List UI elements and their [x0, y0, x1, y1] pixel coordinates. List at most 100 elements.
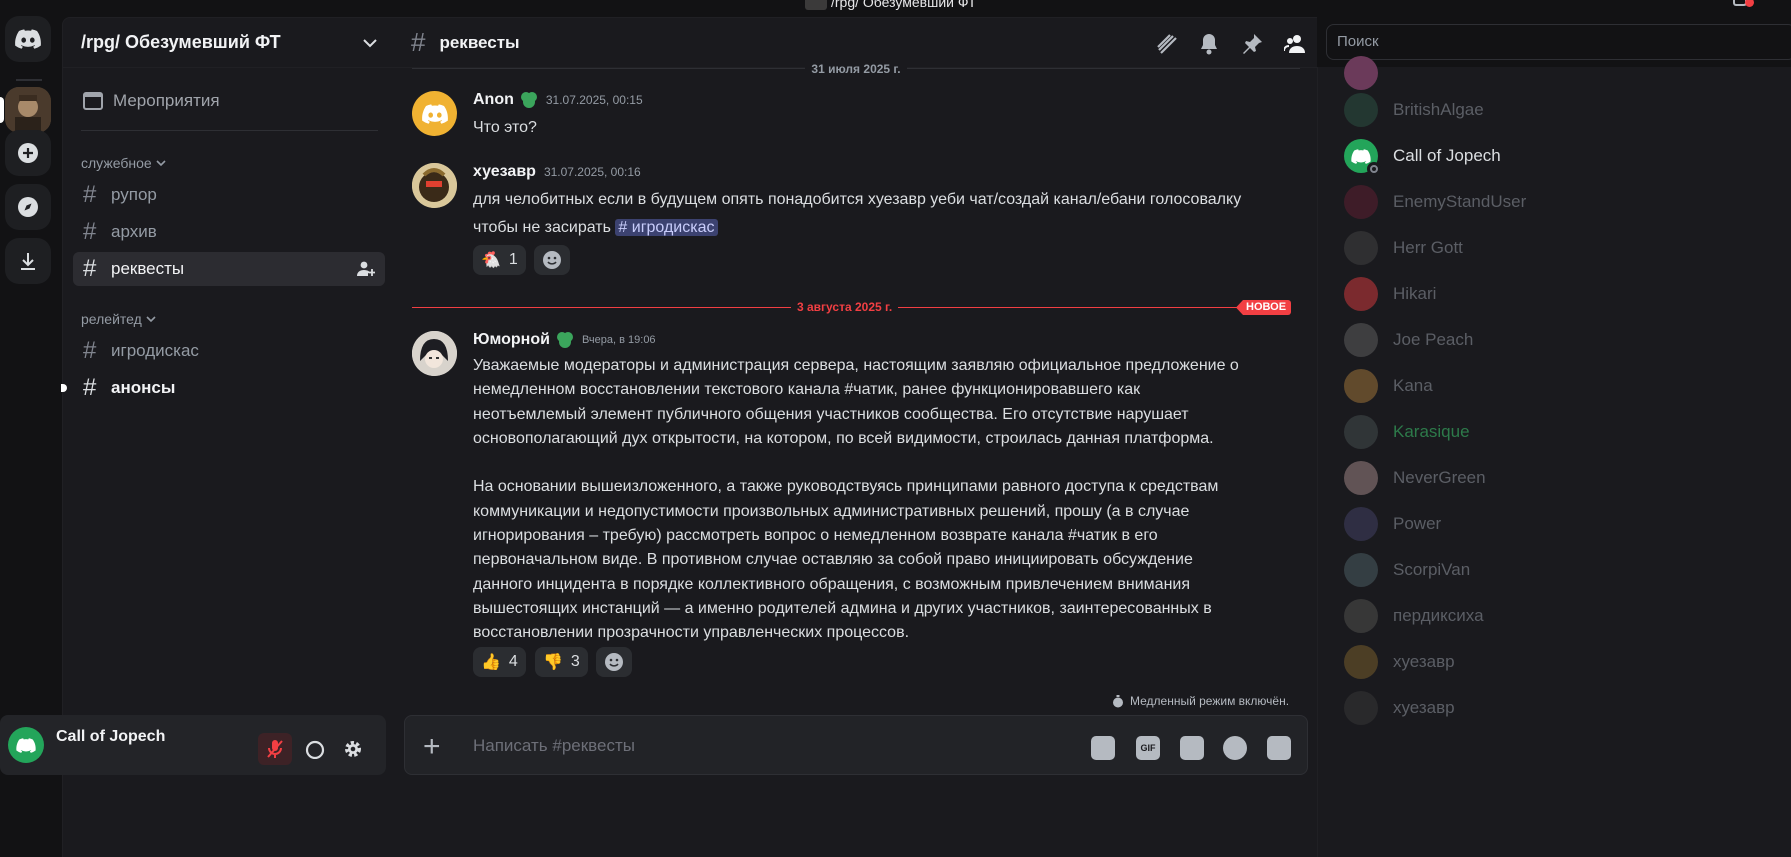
- mute-mic-button[interactable]: [258, 733, 292, 765]
- member-item[interactable]: хуезавр: [1344, 688, 1455, 728]
- reaction-thumbs-up[interactable]: 👍 4: [473, 647, 526, 677]
- channel-mention-igrodiskas[interactable]: # игродискас: [615, 219, 718, 236]
- deafen-button[interactable]: [298, 733, 332, 765]
- avatar-image: [412, 331, 457, 376]
- add-reaction-button[interactable]: [534, 245, 570, 275]
- notification-dot: [1745, 0, 1754, 7]
- category-releited[interactable]: релейтед: [81, 311, 156, 327]
- gear-icon: [345, 741, 361, 757]
- new-messages-date: 3 августа 2025 г.: [791, 300, 899, 314]
- message-composer: + Написать #реквесты GIF: [404, 715, 1308, 775]
- text-channel-icon: #: [83, 181, 97, 208]
- member-item[interactable]: Herr Gott: [1344, 228, 1463, 268]
- user-settings-button[interactable]: [336, 733, 370, 765]
- category-sluzhebnoe[interactable]: служебное: [81, 155, 166, 171]
- headphones-icon: [305, 740, 325, 759]
- member-item[interactable]: Joe Peach: [1344, 320, 1473, 360]
- message-content: для челобитных если в будущем опять пона…: [473, 191, 1242, 236]
- channel-rupor[interactable]: # рупор: [73, 178, 385, 212]
- thumbs-down-emoji: 👎: [543, 654, 563, 671]
- message-author[interactable]: Anon: [473, 91, 514, 109]
- discord-logo-icon: [1351, 149, 1371, 164]
- member-name: ScorpiVan: [1393, 560, 1471, 579]
- avatar[interactable]: [412, 163, 457, 208]
- reaction-chicken[interactable]: 🐔 1: [473, 245, 526, 275]
- text-channel-icon: #: [83, 374, 97, 401]
- member-item[interactable]: NeverGreen: [1344, 458, 1486, 498]
- attach-plus-icon[interactable]: +: [423, 730, 441, 764]
- user-panel: Call of Jopech: [0, 715, 386, 775]
- channel-rekvesty[interactable]: # реквесты: [73, 252, 385, 286]
- member-item[interactable]: EnemyStandUser: [1344, 182, 1526, 222]
- download-apps-button[interactable]: [5, 238, 51, 284]
- explore-servers-button[interactable]: [5, 184, 51, 230]
- unread-indicator: [61, 384, 67, 392]
- member-item[interactable]: BritishAlgae: [1344, 90, 1484, 130]
- member-item[interactable]: Kana: [1344, 366, 1433, 406]
- message-timestamp: 31.07.2025, 00:15: [545, 93, 643, 107]
- gif-button[interactable]: GIF: [1136, 736, 1160, 760]
- member-item[interactable]: Call of Jopech: [1344, 136, 1501, 176]
- smiley-icon: [605, 653, 623, 671]
- text-channel-icon: #: [83, 218, 97, 245]
- member-name: EnemyStandUser: [1393, 192, 1527, 211]
- message-yumornoy: Юморной Вчера, в 19:06 Уважаемые модерат…: [412, 331, 1292, 681]
- member-item[interactable]: хуезавр: [1344, 642, 1455, 682]
- avatar[interactable]: [412, 331, 457, 376]
- message-author[interactable]: хуезавр: [473, 163, 536, 181]
- member-name: Kana: [1393, 376, 1433, 395]
- clan-badge-icon: [520, 92, 537, 108]
- member-name: BritishAlgae: [1393, 100, 1484, 119]
- member-name: хуезавр: [1393, 698, 1455, 717]
- channel-igrodiskas[interactable]: # игродискас: [73, 334, 385, 368]
- channel-anonsy[interactable]: # анонсы: [73, 371, 385, 405]
- discord-home-button[interactable]: [5, 16, 51, 62]
- notification-settings-button[interactable]: [1195, 30, 1223, 58]
- message-input[interactable]: Написать #реквесты: [473, 736, 635, 756]
- pinned-messages-button[interactable]: [1238, 30, 1266, 58]
- channel-arhiv[interactable]: # архив: [73, 215, 385, 249]
- avatar-image: [412, 163, 457, 208]
- threads-button[interactable]: [1153, 30, 1181, 58]
- message-header: хуезавр 31.07.2025, 00:16: [473, 163, 641, 181]
- member-item[interactable]: Power: [1344, 504, 1441, 544]
- game-controller-icon[interactable]: [1267, 736, 1291, 760]
- reaction-thumbs-down[interactable]: 👎 3: [535, 647, 588, 677]
- guild-name: /rpg/ Обезумевший ФТ: [81, 32, 281, 52]
- member-list-button[interactable]: [1281, 30, 1309, 58]
- chevron-down-icon: [156, 159, 166, 166]
- message-header: Юморной Вчера, в 19:06: [473, 331, 656, 349]
- discord-logo-icon: [421, 103, 448, 124]
- member-avatar: [1344, 369, 1378, 403]
- member-avatar: [1344, 415, 1378, 449]
- sticker-icon[interactable]: [1180, 736, 1204, 760]
- member-item[interactable]: Karasique: [1344, 412, 1470, 452]
- add-server-button[interactable]: [5, 130, 51, 176]
- member-item[interactable]: ScorpiVan: [1344, 550, 1470, 590]
- events-label: Мероприятия: [113, 91, 220, 110]
- guild-header[interactable]: /rpg/ Обезумевший ФТ: [63, 18, 395, 68]
- user-avatar[interactable]: [8, 727, 44, 763]
- member-item[interactable]: пердиксиха: [1344, 596, 1484, 636]
- member-name: NeverGreen: [1393, 468, 1486, 487]
- thumbs-up-emoji: 👍: [481, 654, 501, 671]
- bell-icon: [1201, 34, 1217, 55]
- member-avatar: [1344, 691, 1378, 725]
- create-invite-icon[interactable]: [357, 261, 375, 277]
- avatar[interactable]: [412, 91, 457, 136]
- add-reaction-button[interactable]: [596, 647, 632, 677]
- discord-logo-icon: [15, 29, 41, 49]
- gift-icon[interactable]: [1091, 736, 1115, 760]
- member-item[interactable]: Hikari: [1344, 274, 1436, 314]
- message-author[interactable]: Юморной: [473, 331, 550, 349]
- reaction-count: 3: [570, 653, 580, 670]
- search-input[interactable]: Поиск: [1326, 24, 1791, 60]
- events-button[interactable]: Мероприятия: [73, 84, 385, 118]
- threads-icon: [1157, 34, 1177, 54]
- mic-muted-icon: [267, 740, 283, 758]
- chicken-emoji: 🐔: [481, 252, 501, 269]
- server-icon-rpg[interactable]: [5, 87, 51, 133]
- message-timestamp: 31.07.2025, 00:16: [543, 165, 641, 179]
- emoji-icon[interactable]: [1223, 736, 1247, 760]
- member-partial[interactable]: [1344, 53, 1378, 93]
